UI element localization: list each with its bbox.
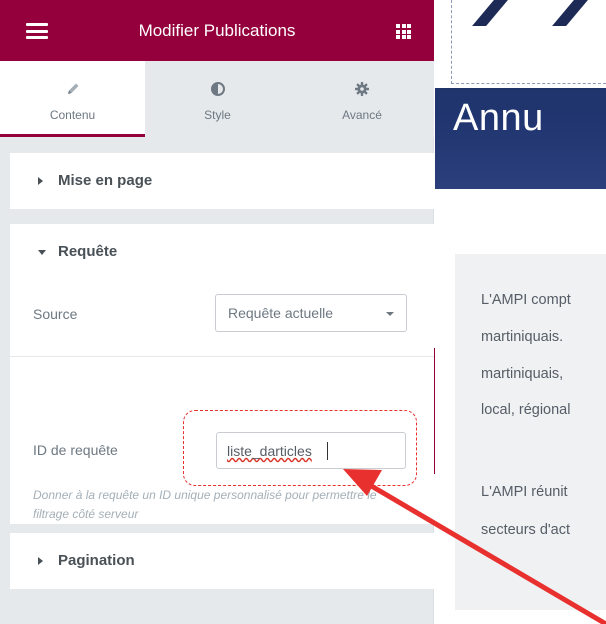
paragraph-line: martiniquais, [481, 366, 564, 382]
paragraph-line: local, régional [481, 402, 571, 418]
tab-content[interactable]: Contenu [0, 61, 145, 137]
hero-top-strip [435, 0, 606, 88]
text-card: L'AMPI compt martiniquais. martiniquais,… [455, 254, 606, 610]
divider [10, 356, 434, 357]
paragraph-line: martiniquais. [481, 329, 564, 345]
source-select[interactable]: Requête actuelle [215, 294, 407, 332]
pencil-icon [0, 81, 145, 97]
tab-style[interactable]: Style [145, 61, 290, 137]
editor-header: Modifier Publications [0, 0, 434, 61]
hero-title: Annu [453, 97, 544, 139]
element-outline [451, 0, 606, 84]
widgets-grid-icon[interactable] [396, 24, 411, 39]
hero-banner: Annu [435, 0, 606, 189]
query-id-help: Donner à la requête un ID unique personn… [33, 488, 377, 521]
caret-right-icon [38, 177, 43, 185]
paragraph-line: L'AMPI compt [481, 292, 571, 308]
contrast-icon [145, 81, 290, 97]
tab-advanced[interactable]: Avancé [290, 61, 434, 137]
editor-title: Modifier Publications [138, 21, 296, 40]
tab-label: Contenu [49, 108, 96, 122]
query-controls: Source Requête actuelle ID de requête li… [10, 280, 434, 524]
section-query[interactable]: Requête [10, 224, 434, 280]
chevron-down-icon [386, 312, 394, 316]
section-pagination[interactable]: Pagination [10, 533, 434, 589]
tab-label: Avancé [342, 108, 382, 122]
editor-panel: Modifier Publications Contenu Style Avan… [0, 0, 434, 624]
source-select-value: Requête actuelle [228, 305, 334, 321]
caret-right-icon [38, 557, 43, 565]
paragraph-line: secteurs d'act [481, 522, 571, 538]
page-preview: Annu L'AMPI compt martiniquais. martiniq… [435, 0, 606, 624]
source-label: Source [33, 306, 78, 322]
caret-down-icon [38, 250, 46, 255]
annotation-highlight-box [183, 410, 417, 486]
paragraph-line: L'AMPI réunit [481, 484, 568, 500]
editor-tabs: Contenu Style Avancé [0, 61, 434, 137]
section-title: Mise en page [58, 172, 153, 189]
gear-icon [290, 81, 434, 97]
section-title: Pagination [58, 552, 135, 569]
section-layout[interactable]: Mise en page [10, 153, 434, 209]
section-title: Requête [58, 243, 118, 260]
tab-label: Style [204, 108, 231, 122]
query-id-label: ID de requête [33, 442, 118, 458]
